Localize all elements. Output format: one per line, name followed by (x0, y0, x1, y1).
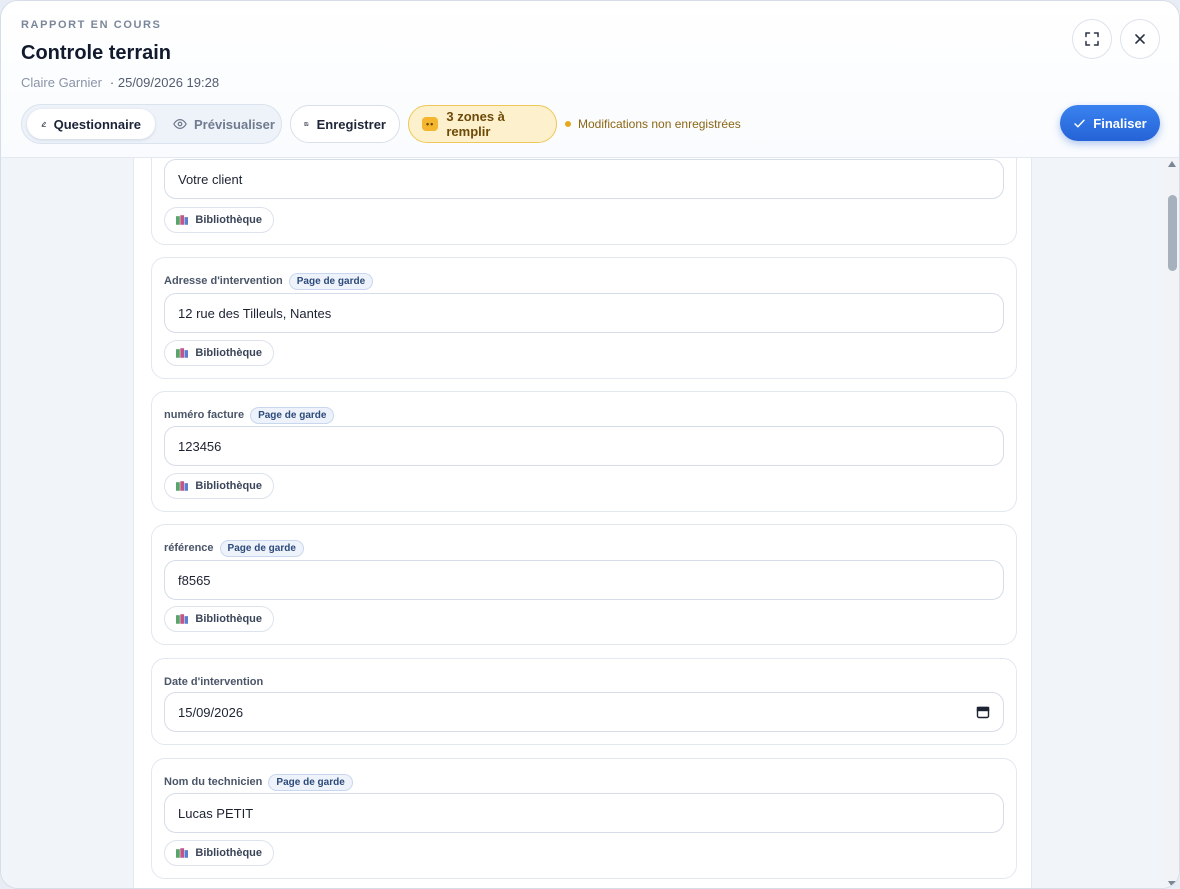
finalize-label: Finaliser (1093, 115, 1147, 131)
close-button[interactable] (1120, 19, 1160, 59)
library-label: Bibliothèque (195, 480, 262, 492)
tab-questionnaire-label: Questionnaire (53, 116, 141, 132)
field-card-address: Adresse d'intervention Page de garde 12 … (151, 257, 1017, 379)
library-label: Bibliothèque (195, 613, 262, 625)
library-label: Bibliothèque (195, 214, 262, 226)
zones-label: 3 zones à remplir (446, 109, 505, 139)
books-icon (176, 348, 189, 358)
books-icon (176, 614, 189, 624)
intervention-date-value: 15/09/2026 (178, 704, 244, 720)
page-title: Controle terrain (21, 42, 172, 64)
report-status-eyebrow: RAPPORT EN COURS (21, 19, 162, 31)
report-modal: RAPPORT EN COURS Controle terrain Claire… (0, 0, 1180, 889)
library-button[interactable]: Bibliothèque (164, 840, 274, 866)
report-datetime: · 25/09/2026 19:28 (109, 75, 220, 90)
field-label-row: Adresse d'intervention Page de garde (164, 272, 374, 290)
floppy-disk-icon (304, 122, 309, 126)
pencil-icon (41, 121, 46, 127)
save-label: Enregistrer (316, 116, 386, 132)
field-card-invoice: numéro facture Page de garde 123456 Bibl… (151, 391, 1017, 512)
scrollbar-thumb[interactable] (1168, 195, 1177, 271)
library-button[interactable]: Bibliothèque (164, 207, 274, 233)
reference-value: f8565 (178, 572, 211, 588)
toolbar: Questionnaire Prévisualiser Enregistrer … (21, 104, 1161, 144)
tab-preview[interactable]: Prévisualiser (159, 109, 289, 139)
finalize-button[interactable]: Finaliser (1060, 105, 1160, 141)
zones-icon: •• (422, 117, 439, 131)
eye-icon (173, 119, 187, 129)
field-card-reference: référence Page de garde f8565 Bibliothèq… (151, 524, 1017, 645)
unsaved-label: Modifications non enregistrées (578, 117, 741, 131)
vertical-scrollbar[interactable] (1164, 158, 1179, 888)
field-label: Nom du technicien (164, 776, 263, 788)
field-card-technician: Nom du technicien Page de garde Lucas PE… (151, 758, 1017, 879)
scroll-up-arrow-icon[interactable] (1168, 161, 1176, 167)
field-card-date: Date d'intervention 15/09/2026 (151, 658, 1017, 745)
unsaved-indicator: Modifications non enregistrées (565, 117, 741, 131)
close-icon (1135, 34, 1145, 44)
field-label: Date d'intervention (164, 676, 264, 688)
fullscreen-button[interactable] (1072, 19, 1112, 59)
client-input[interactable]: Votre client (164, 159, 1004, 199)
field-label-row: Date d'intervention (164, 673, 263, 691)
library-button[interactable]: Bibliothèque (164, 473, 274, 499)
technician-name-input[interactable]: Lucas PETIT (164, 793, 1004, 833)
invoice-number-value: 123456 (178, 438, 222, 454)
address-input[interactable]: 12 rue des Tilleuls, Nantes (164, 293, 1004, 333)
reference-input[interactable]: f8565 (164, 560, 1004, 600)
report-meta: Claire Garnier · 25/09/2026 19:28 (21, 75, 219, 90)
invoice-number-input[interactable]: 123456 (164, 426, 1004, 466)
library-button[interactable]: Bibliothèque (164, 606, 274, 632)
calendar-icon[interactable] (976, 705, 990, 719)
tab-preview-label: Prévisualiser (194, 116, 275, 132)
check-icon (1074, 119, 1085, 127)
field-label: numéro facture (164, 409, 245, 421)
technician-name-value: Lucas PETIT (178, 805, 254, 821)
cover-page-badge: Page de garde (250, 406, 335, 424)
tab-questionnaire[interactable]: Questionnaire (27, 109, 155, 139)
address-value: 12 rue des Tilleuls, Nantes (178, 305, 332, 321)
books-icon (176, 481, 189, 491)
field-label-row: Nom du technicien Page de garde (164, 773, 353, 791)
expand-icon (1085, 32, 1099, 46)
form-column: Votre client Bibliothèque Adresse d'inte… (133, 158, 1032, 888)
intervention-date-input[interactable]: 15/09/2026 (164, 692, 1004, 732)
form-scroll-area: Votre client Bibliothèque Adresse d'inte… (1, 158, 1179, 888)
library-label: Bibliothèque (195, 347, 262, 359)
author-name: Claire Garnier (21, 75, 102, 90)
field-label: référence (164, 542, 214, 554)
warning-dot-icon (565, 121, 571, 127)
field-label: Adresse d'intervention (164, 275, 283, 287)
library-button[interactable]: Bibliothèque (164, 340, 274, 366)
scroll-down-arrow-icon[interactable] (1168, 881, 1176, 887)
books-icon (176, 848, 189, 858)
library-label: Bibliothèque (195, 847, 262, 859)
view-toggle: Questionnaire Prévisualiser (21, 104, 282, 144)
field-card-client: Votre client Bibliothèque (151, 158, 1017, 245)
cover-page-badge: Page de garde (219, 539, 304, 557)
books-icon (176, 215, 189, 225)
cover-page-badge: Page de garde (288, 272, 374, 290)
cover-page-badge: Page de garde (268, 773, 353, 791)
field-label-row: numéro facture Page de garde (164, 406, 335, 424)
modal-header: RAPPORT EN COURS Controle terrain Claire… (1, 1, 1179, 158)
save-button[interactable]: Enregistrer (290, 105, 400, 143)
client-value: Votre client (178, 171, 243, 187)
field-label-row: référence Page de garde (164, 539, 304, 557)
zones-to-fill-button[interactable]: •• 3 zones à remplir (408, 105, 557, 143)
